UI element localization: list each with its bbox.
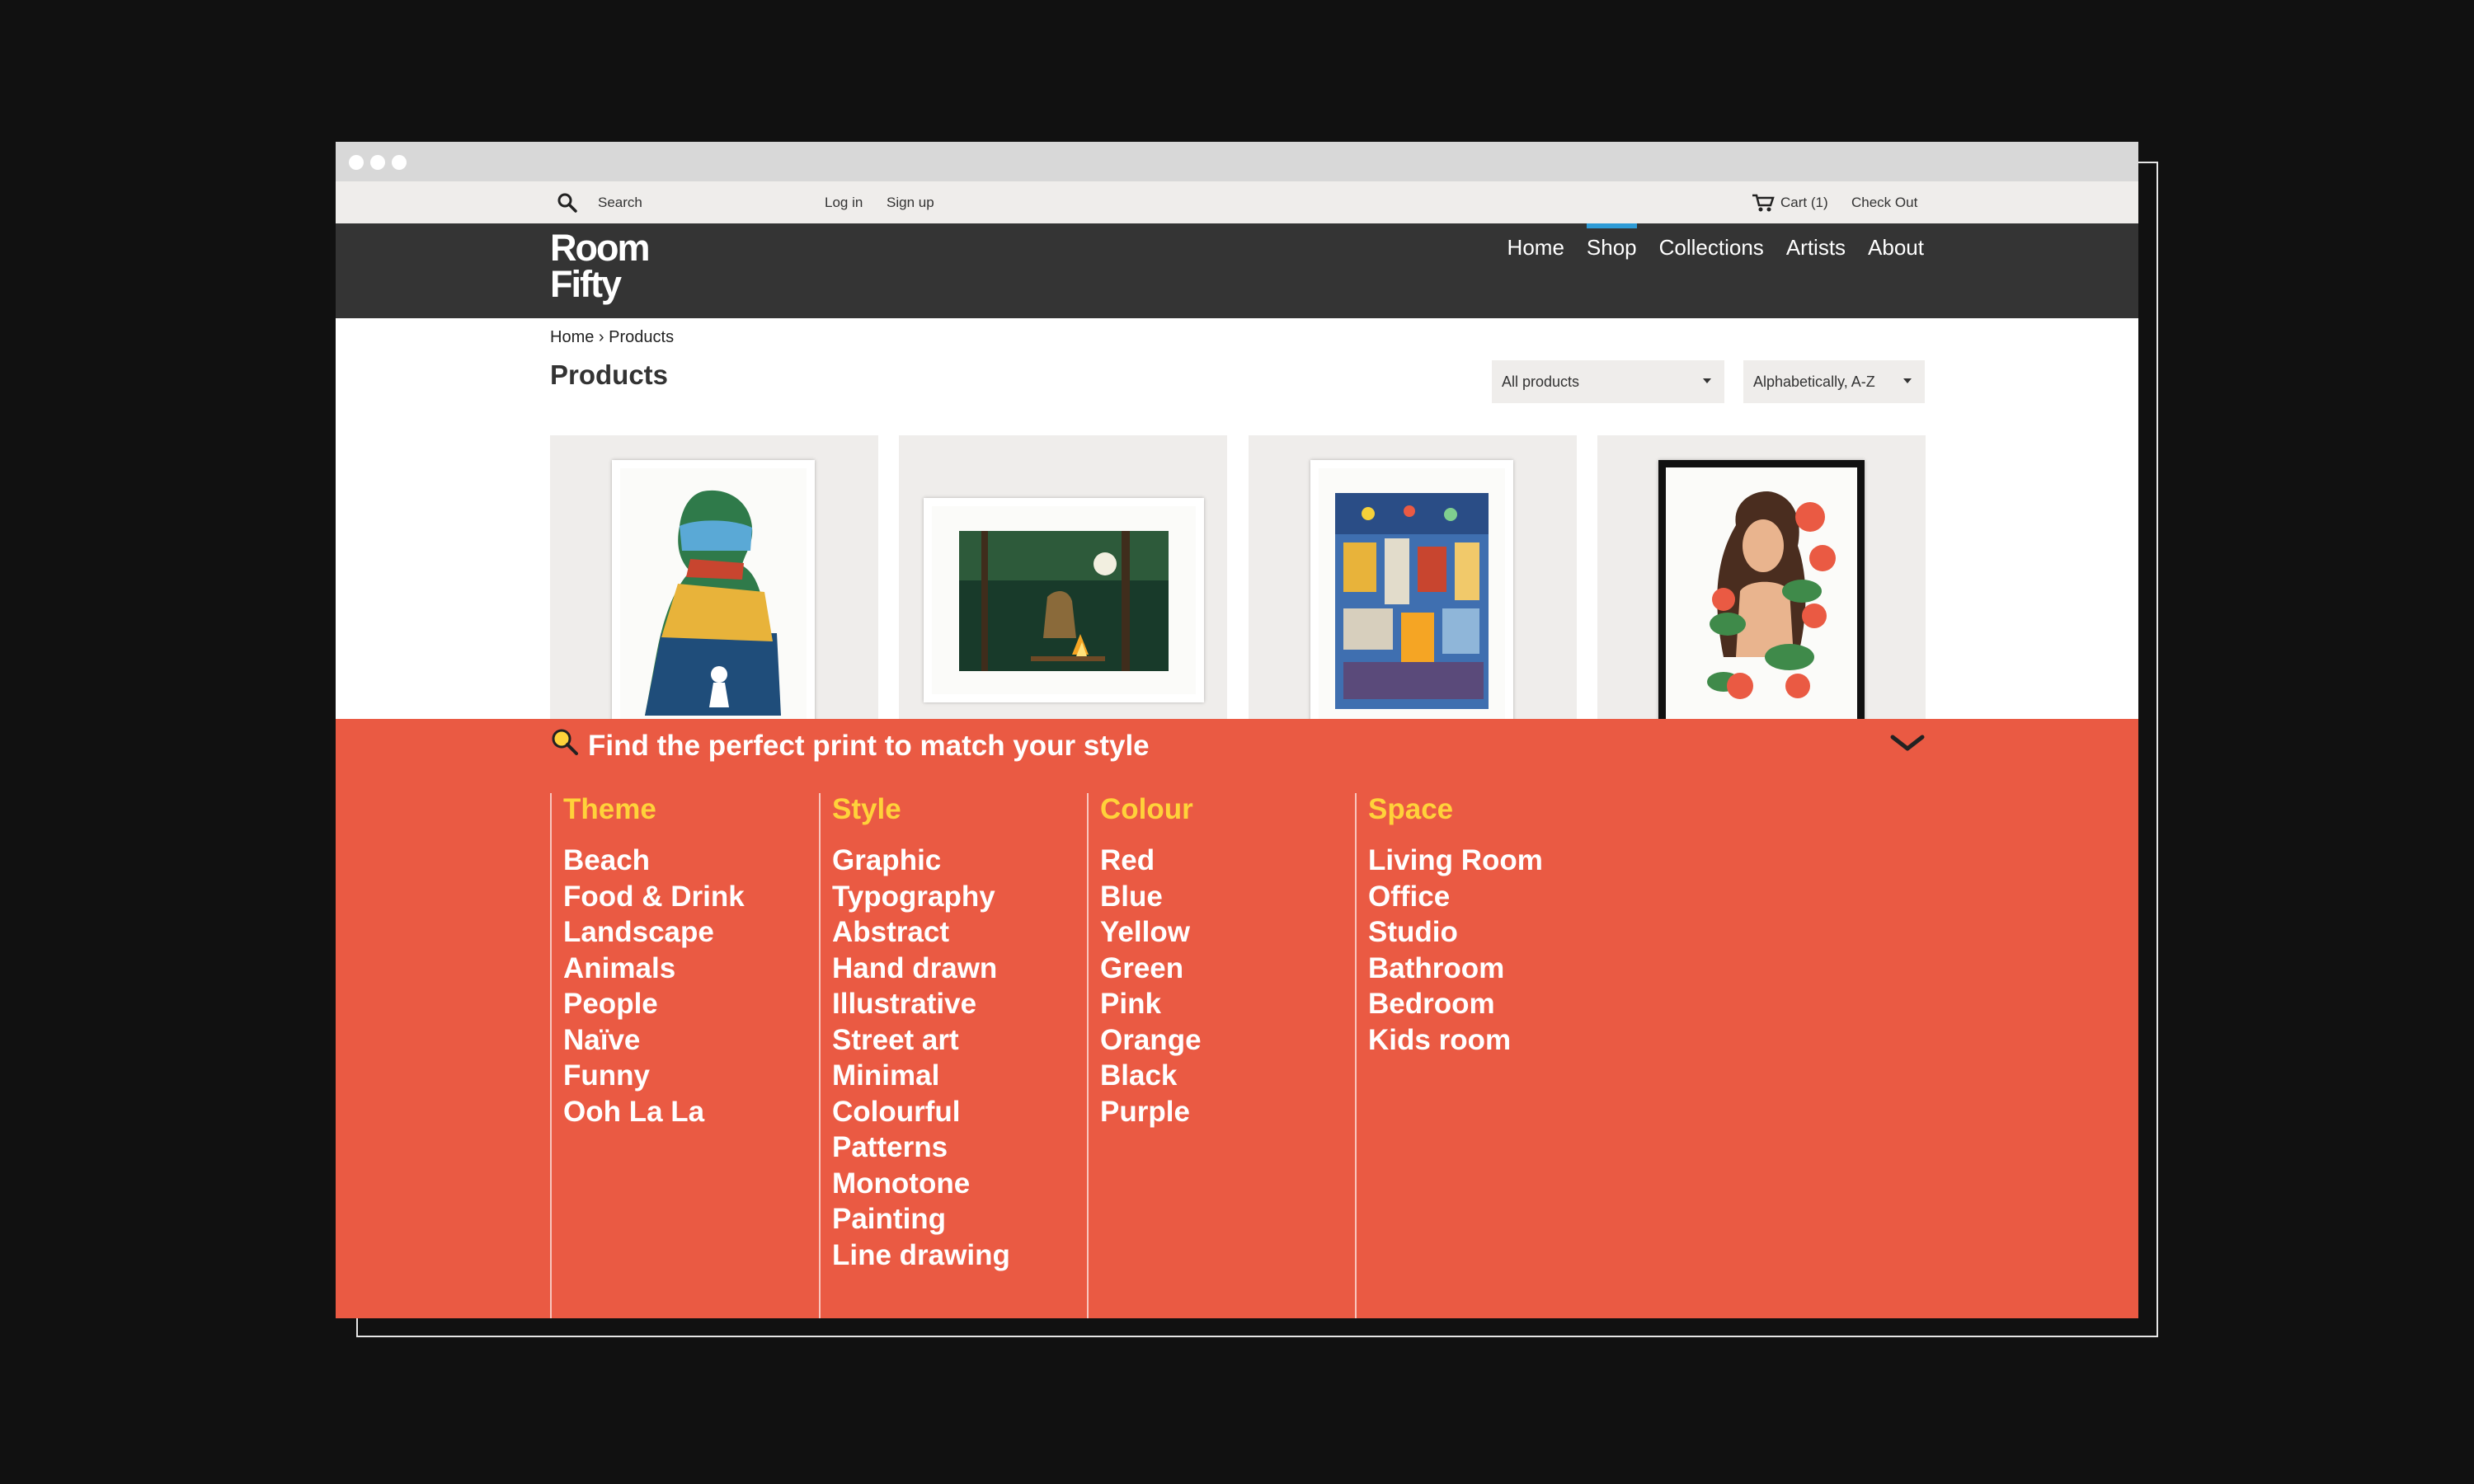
- style-finder-title: Find the perfect print to match your sty…: [588, 729, 1150, 762]
- checkout-link[interactable]: Check Out: [1851, 181, 1917, 223]
- cart-icon[interactable]: [1752, 193, 1775, 213]
- signup-link[interactable]: Sign up: [887, 181, 934, 223]
- chevron-down-icon: [1903, 378, 1912, 383]
- login-link[interactable]: Log in: [825, 181, 863, 223]
- artwork-forest-campfire: [959, 531, 1169, 671]
- artwork-city-shelves: [1335, 493, 1489, 709]
- chevron-down-icon[interactable]: [1889, 730, 1926, 755]
- filter-link[interactable]: Bathroom: [1368, 951, 1543, 987]
- filter-link[interactable]: Funny: [563, 1058, 745, 1094]
- filter-link[interactable]: Black: [1100, 1058, 1202, 1094]
- product-card[interactable]: [550, 435, 878, 719]
- category-select-value: All products: [1502, 373, 1580, 390]
- filter-link[interactable]: Purple: [1100, 1094, 1202, 1130]
- product-card[interactable]: [1249, 435, 1577, 719]
- artwork-silhouette: [645, 490, 781, 716]
- nav-artists[interactable]: Artists: [1786, 223, 1846, 273]
- filter-link[interactable]: Green: [1100, 951, 1202, 987]
- filter-link[interactable]: Beach: [563, 843, 745, 879]
- filter-link[interactable]: Office: [1368, 879, 1543, 915]
- filter-link[interactable]: Graphic: [832, 843, 1010, 879]
- filter-link[interactable]: Blue: [1100, 879, 1202, 915]
- filter-link[interactable]: Studio: [1368, 914, 1543, 951]
- utility-bar: Search Log in Sign up Cart (1) Check Out: [336, 181, 2138, 223]
- filter-link[interactable]: Landscape: [563, 914, 745, 951]
- filter-link[interactable]: Illustrative: [832, 986, 1010, 1022]
- window-dot-minimize[interactable]: [370, 155, 385, 170]
- filter-column-space: Space Living Room Office Studio Bathroom…: [1355, 793, 1543, 1318]
- product-card[interactable]: [899, 435, 1227, 719]
- cart-link[interactable]: Cart (1): [1780, 181, 1828, 223]
- filter-link[interactable]: Naïve: [563, 1022, 745, 1059]
- filter-link[interactable]: Living Room: [1368, 843, 1543, 879]
- browser-window: Search Log in Sign up Cart (1) Check Out…: [336, 142, 2138, 1318]
- site-header: Room Fifty Home Shop Collections Artists…: [336, 223, 2138, 318]
- product-card[interactable]: [1597, 435, 1926, 719]
- brand-logo-line1: Room: [550, 227, 650, 269]
- breadcrumb-current: Products: [609, 328, 675, 346]
- filter-column-title: Space: [1368, 793, 1454, 825]
- filter-link[interactable]: Minimal: [832, 1058, 1010, 1094]
- filter-link[interactable]: Animals: [563, 951, 745, 987]
- nav-home[interactable]: Home: [1507, 223, 1564, 273]
- nav-shop[interactable]: Shop: [1586, 223, 1637, 273]
- browser-chrome: [336, 142, 2138, 181]
- search-icon[interactable]: [557, 192, 578, 214]
- magnifier-icon: [550, 727, 580, 764]
- brand-logo-line2: Fifty: [550, 263, 622, 305]
- filter-link[interactable]: Typography: [832, 879, 1010, 915]
- sort-select[interactable]: Alphabetically, A-Z: [1743, 360, 1925, 403]
- filter-column-title: Theme: [563, 793, 656, 825]
- print-mat: [932, 506, 1196, 694]
- breadcrumb: Home › Products: [550, 328, 674, 347]
- filter-column-colour: Colour Red Blue Yellow Green Pink Orange…: [1087, 793, 1202, 1318]
- style-finder-panel: Find the perfect print to match your sty…: [336, 719, 2138, 1318]
- filter-link[interactable]: Food & Drink: [563, 879, 745, 915]
- nav-collections[interactable]: Collections: [1659, 223, 1764, 273]
- filter-link[interactable]: Kids room: [1368, 1022, 1543, 1059]
- filter-link[interactable]: Red: [1100, 843, 1202, 879]
- breadcrumb-home[interactable]: Home: [550, 328, 594, 346]
- product-image[interactable]: [1658, 460, 1865, 719]
- filter-column-title: Colour: [1100, 793, 1193, 825]
- filter-link[interactable]: Yellow: [1100, 914, 1202, 951]
- product-image[interactable]: [924, 498, 1204, 702]
- print-mat: [1666, 467, 1857, 719]
- style-finder-header[interactable]: Find the perfect print to match your sty…: [550, 727, 1150, 764]
- products-content: Home › Products Products All products Al…: [336, 318, 2138, 719]
- window-dot-maximize[interactable]: [392, 155, 407, 170]
- filter-column-theme: Theme Beach Food & Drink Landscape Anima…: [550, 793, 745, 1318]
- filter-link[interactable]: Line drawing: [832, 1237, 1010, 1274]
- page-title: Products: [550, 359, 669, 390]
- filter-link[interactable]: Street art: [832, 1022, 1010, 1059]
- main-nav: Home Shop Collections Artists About: [1507, 223, 1924, 273]
- filter-link[interactable]: Orange: [1100, 1022, 1202, 1059]
- search-input[interactable]: Search: [598, 181, 642, 223]
- product-image[interactable]: [1310, 460, 1513, 719]
- filter-link[interactable]: Bedroom: [1368, 986, 1543, 1022]
- filter-column-style: Style Graphic Typography Abstract Hand d…: [819, 793, 1010, 1318]
- filter-link[interactable]: Hand drawn: [832, 951, 1010, 987]
- filter-link[interactable]: Abstract: [832, 914, 1010, 951]
- breadcrumb-separator: ›: [598, 328, 604, 346]
- filter-link[interactable]: Patterns: [832, 1129, 1010, 1166]
- filter-link[interactable]: Painting: [832, 1201, 1010, 1237]
- filter-link[interactable]: Pink: [1100, 986, 1202, 1022]
- print-mat: [620, 468, 807, 719]
- sort-select-value: Alphabetically, A-Z: [1753, 373, 1875, 390]
- category-select[interactable]: All products: [1492, 360, 1724, 403]
- artwork-woman-flowers: [1707, 491, 1836, 699]
- print-mat: [1319, 468, 1505, 719]
- filter-column-title: Style: [832, 793, 901, 825]
- filter-link[interactable]: Ooh La La: [563, 1094, 745, 1130]
- chevron-down-icon: [1703, 378, 1711, 383]
- window-dot-close[interactable]: [349, 155, 364, 170]
- filter-link[interactable]: Colourful: [832, 1094, 1010, 1130]
- brand-logo[interactable]: Room Fifty: [550, 227, 650, 305]
- product-image[interactable]: [612, 460, 815, 719]
- nav-about[interactable]: About: [1868, 223, 1924, 273]
- filter-link[interactable]: People: [563, 986, 745, 1022]
- filter-link[interactable]: Monotone: [832, 1166, 1010, 1202]
